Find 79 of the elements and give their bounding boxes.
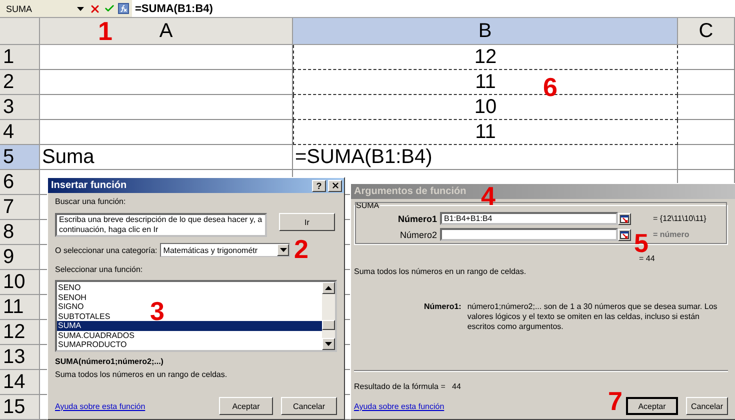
function-description: Suma todos los números en un rango de celdas. [55, 370, 228, 379]
cancel-icon[interactable] [89, 2, 101, 14]
scroll-thumb[interactable] [322, 320, 335, 330]
table-cell: 11 [293, 120, 678, 145]
dialog-title: Insertar función [51, 180, 127, 191]
column-header[interactable]: C [678, 18, 735, 45]
table-cell [678, 95, 735, 120]
column-header[interactable]: B [293, 18, 678, 45]
scroll-down-button[interactable] [322, 338, 335, 350]
annotation-number: 5 [634, 230, 648, 256]
formula-result: Resultado de la fórmula = 44 [354, 382, 462, 391]
row-header[interactable]: 11 [0, 295, 40, 320]
function-description: Suma todos los números en un rango de celdas. [354, 267, 528, 276]
range-select-button[interactable] [618, 228, 631, 240]
field-label: Buscar una función: [55, 197, 127, 206]
function-item[interactable]: SUMA [57, 321, 322, 330]
caret-icon [77, 6, 84, 10]
row-header[interactable]: 6 [0, 170, 40, 195]
row-header[interactable]: 5 [0, 145, 40, 170]
annotation-number: 1 [98, 18, 112, 44]
table-cell [678, 120, 735, 145]
cancel-button[interactable]: Cancelar [281, 397, 337, 415]
ok-button[interactable]: Aceptar [626, 397, 678, 415]
up-arrow-icon [325, 286, 332, 290]
dialog-title: Argumentos de función [354, 186, 466, 197]
function-item[interactable]: SENO [57, 283, 322, 292]
table-cell: Suma [40, 145, 293, 170]
function-signature: SUMA(número1;número2;...) [55, 357, 164, 366]
formula-field[interactable]: =SUMA(B1:B4) [132, 0, 735, 17]
row-header[interactable]: 8 [0, 220, 40, 245]
function-item[interactable]: SUMA.CUADRADOS [57, 330, 322, 340]
argument-result: = {12\11\10\11} [653, 214, 706, 223]
field-label: O seleccionar una categoría: [55, 246, 158, 254]
down-arrow-icon [325, 342, 332, 346]
category-dropdown[interactable]: Matemáticas y trigonométr [160, 243, 290, 257]
scrollbar[interactable] [322, 282, 335, 350]
row-header[interactable]: 12 [0, 320, 40, 345]
row-header[interactable]: 2 [0, 70, 40, 95]
help-link[interactable]: Ayuda sobre esta función [55, 402, 211, 410]
table-cell [678, 70, 735, 95]
name-box[interactable]: SUMA [0, 1, 86, 16]
argument-field[interactable]: B1:B4+B1:B4 [440, 212, 618, 225]
row-header[interactable]: 9 [0, 245, 40, 270]
dropdown-button[interactable] [277, 244, 290, 256]
annotation-number: 7 [608, 388, 622, 414]
argument-help-text: número1;número2;... son de 1 a 30 números que se desea sumar. Los valores lógicos y el texto se omiten en las celdas, incluso si están escritos como argumentos. [467, 302, 718, 332]
row-header[interactable]: 7 [0, 195, 40, 220]
function-item[interactable]: SUMAPRODUCTO [57, 340, 322, 350]
annotation-number: 2 [294, 236, 308, 262]
cancel-button[interactable]: Cancelar [686, 397, 728, 415]
scroll-up-button[interactable] [322, 282, 335, 294]
field-label: Seleccionar una función: [55, 265, 144, 274]
down-arrow-icon [280, 248, 287, 252]
annotation-number: 4 [481, 183, 496, 209]
argument-result: = número [653, 230, 690, 239]
range-select-button[interactable] [618, 212, 631, 224]
row-header[interactable]: 14 [0, 370, 40, 395]
function-icon[interactable] [118, 3, 129, 14]
row-header[interactable]: 13 [0, 345, 40, 370]
help-button[interactable]: ? [312, 180, 326, 192]
search-field[interactable]: Escriba una breve descripción de lo que desea hacer y, a continuación, haga clic en Ir [55, 213, 267, 237]
argument-label: Número1 [396, 214, 437, 224]
go-button[interactable]: Ir [279, 213, 335, 231]
row-header[interactable]: 4 [0, 120, 40, 145]
argument-field[interactable] [440, 228, 618, 241]
close-icon [330, 181, 340, 190]
table-cell: 12 [293, 45, 678, 70]
table-cell: 10 [293, 95, 678, 120]
row-header[interactable]: 10 [0, 270, 40, 295]
ok-button[interactable]: Aceptar [219, 397, 273, 415]
table-cell: =SUMA(B1:B4) [293, 145, 678, 170]
row-header[interactable]: 15 [0, 395, 40, 420]
total-result: = 44 [639, 254, 656, 263]
row-header[interactable]: 3 [0, 95, 40, 120]
close-button[interactable] [328, 180, 342, 192]
table-cell [678, 45, 735, 70]
row-header[interactable]: 1 [0, 45, 40, 70]
argument-label: Número2 [398, 230, 437, 240]
argument-help-label: Número1: [424, 302, 462, 313]
